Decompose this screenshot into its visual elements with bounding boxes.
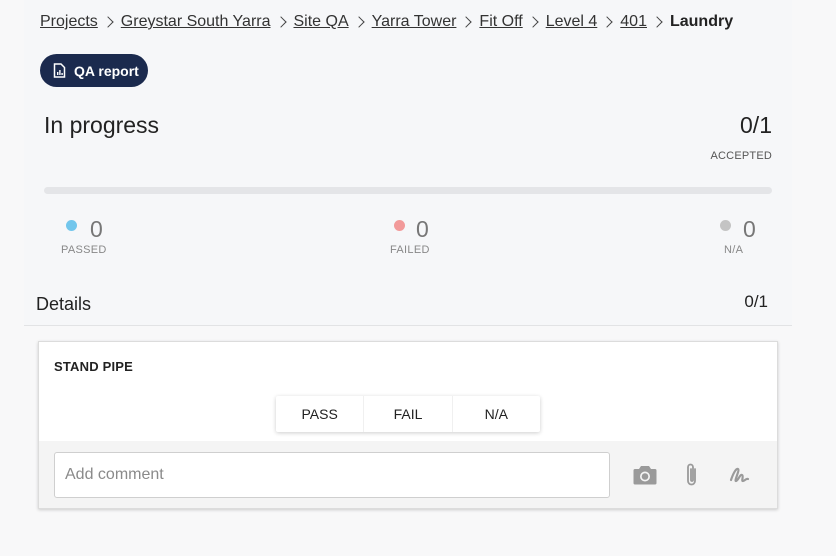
pass-button[interactable]: PASS (276, 396, 365, 432)
passed-label: PASSED (61, 244, 107, 256)
breadcrumb-projects[interactable]: Projects (40, 13, 98, 31)
chevron-right-icon (527, 16, 539, 28)
chevron-right-icon (274, 16, 287, 28)
chevron-right-icon (601, 16, 613, 28)
signature-icon[interactable] (726, 461, 754, 489)
breadcrumb: Projects Greystar South Yarra Site QA Ya… (40, 12, 733, 32)
summary-panel (24, 0, 792, 326)
result-selector: PASS FAIL N/A (276, 396, 540, 432)
item-title: STAND PIPE (54, 359, 134, 374)
breadcrumb-401[interactable]: 401 (620, 13, 647, 31)
breadcrumb-yarra-tower[interactable]: Yarra Tower (372, 13, 457, 31)
passed-count: 0 (90, 216, 103, 242)
camera-icon[interactable] (631, 461, 659, 489)
comment-bar (39, 441, 777, 508)
breadcrumb-greystar-south-yarra[interactable]: Greystar South Yarra (121, 13, 271, 31)
breadcrumb-current-laundry: Laundry (669, 13, 734, 30)
chevron-right-icon (460, 16, 473, 28)
failed-label: FAILED (390, 244, 430, 256)
na-dot-icon (720, 220, 731, 231)
breadcrumb-site-qa[interactable]: Site QA (294, 13, 349, 31)
na-count: 0 (743, 216, 756, 242)
failed-count: 0 (416, 216, 429, 242)
paperclip-icon[interactable] (678, 461, 706, 489)
divider (24, 325, 792, 326)
details-title: Details (36, 294, 92, 314)
fail-button[interactable]: FAIL (364, 396, 453, 432)
accepted-label: ACCEPTED (710, 150, 772, 162)
accepted-count: 0/1 (740, 112, 772, 138)
passed-dot-icon (66, 220, 77, 231)
breadcrumb-fit-off[interactable]: Fit Off (479, 13, 522, 31)
report-icon (53, 63, 66, 78)
details-count: 0/1 (744, 292, 768, 311)
chevron-right-icon (102, 16, 114, 28)
qa-report-button[interactable]: QA report (40, 54, 148, 87)
status-title: In progress (44, 112, 160, 138)
checklist-item-card: STAND PIPE PASS FAIL N/A (38, 341, 778, 509)
comment-input[interactable] (54, 452, 610, 498)
qa-report-label: QA report (74, 62, 139, 79)
chevron-right-icon (352, 16, 365, 28)
chevron-right-icon (651, 16, 663, 28)
progress-bar (44, 187, 772, 194)
na-label: N/A (724, 244, 744, 256)
failed-dot-icon (394, 220, 405, 231)
breadcrumb-level-4[interactable]: Level 4 (546, 13, 598, 31)
na-button[interactable]: N/A (453, 396, 540, 432)
